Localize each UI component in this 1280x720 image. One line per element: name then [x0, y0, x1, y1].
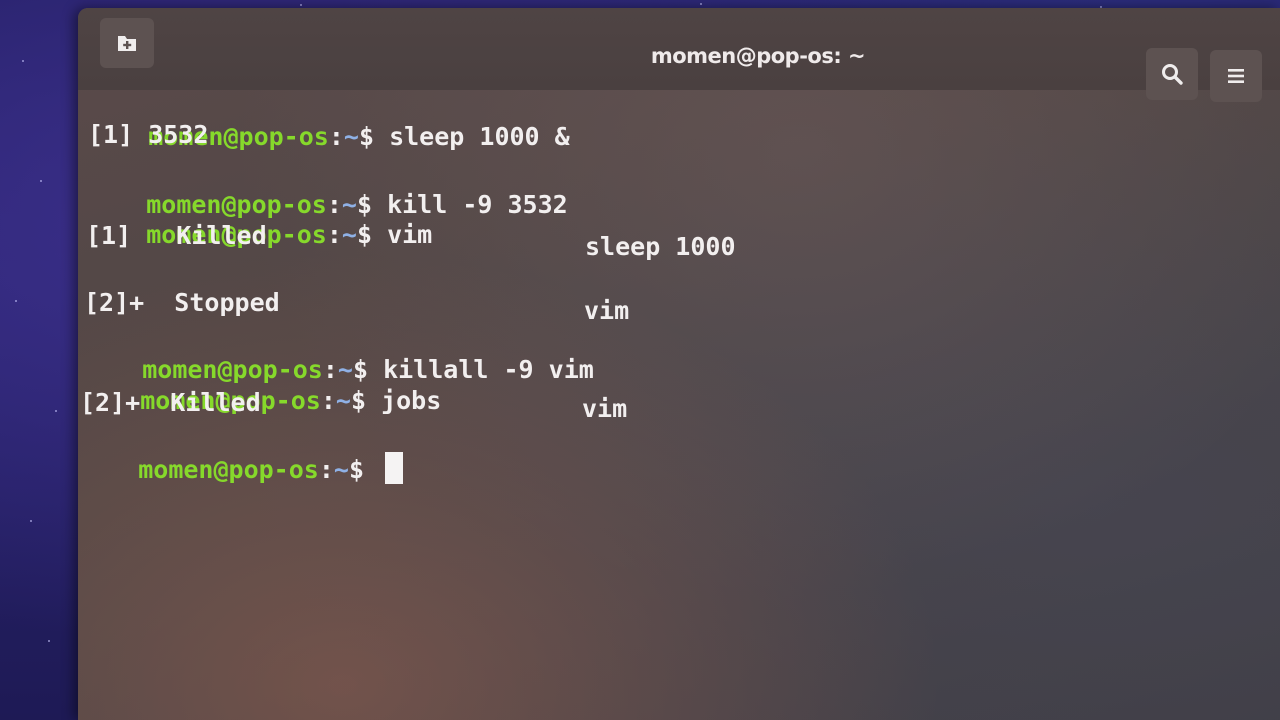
command-text: sleep 1000 & — [374, 122, 570, 151]
prompt-separator: : — [328, 122, 344, 151]
job-command: vim — [584, 296, 630, 325]
prompt-path: ~ — [335, 386, 351, 415]
command-text: vim — [372, 220, 433, 249]
new-tab-icon — [118, 36, 136, 51]
command-text: jobs — [366, 386, 442, 415]
wallpaper-star — [40, 180, 42, 182]
search-button[interactable] — [1146, 48, 1198, 100]
job-status-label: [1] Killed — [86, 221, 267, 250]
prompt-symbol: $ — [350, 386, 367, 415]
wallpaper-star — [30, 520, 32, 522]
prompt-user-host: momen@pop-os — [138, 455, 319, 484]
menu-button[interactable] — [1210, 50, 1262, 102]
text-cursor — [385, 452, 404, 484]
job-status-label: [2]+ Stopped — [84, 288, 280, 317]
wallpaper-star — [300, 4, 302, 6]
window-title: momen@pop-os: ~ — [650, 44, 866, 68]
prompt-separator: : — [326, 220, 342, 249]
prompt-symbol: $ — [356, 220, 373, 249]
job-command: vim — [582, 394, 628, 423]
prompt-path: ~ — [343, 122, 359, 151]
wallpaper-star — [15, 300, 17, 302]
output-line: [1] 3532 — [88, 120, 209, 149]
prompt-separator: : — [320, 386, 336, 415]
prompt-path: ~ — [333, 455, 349, 484]
terminal-titlebar[interactable]: momen@pop-os: ~ — [78, 8, 1280, 102]
prompt-path: ~ — [341, 220, 357, 249]
command-input[interactable] — [364, 455, 379, 484]
prompt-separator: : — [318, 455, 334, 484]
new-tab-button[interactable] — [100, 18, 154, 68]
command-line[interactable]: momen@pop-os:~$ — [78, 422, 404, 515]
hamburger-menu-icon — [1228, 69, 1244, 83]
wallpaper-star — [48, 640, 50, 642]
prompt-symbol: $ — [358, 122, 375, 151]
job-command: sleep 1000 — [585, 232, 736, 261]
wallpaper-star — [22, 60, 24, 62]
search-icon — [1162, 64, 1183, 85]
wallpaper-star — [55, 410, 57, 412]
prompt-symbol: $ — [348, 455, 365, 484]
wallpaper-star — [700, 3, 702, 5]
job-status-label: [2]+ Killed — [80, 388, 261, 417]
